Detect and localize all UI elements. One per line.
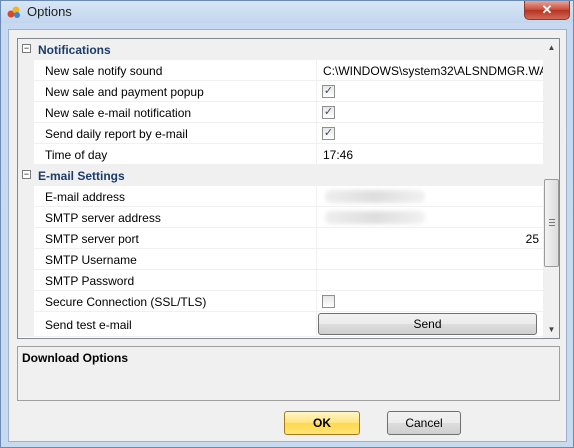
app-icon — [7, 6, 20, 18]
send-test-email-button[interactable]: Send — [318, 313, 537, 335]
property-name: SMTP Username — [34, 249, 316, 270]
row-gutter — [18, 102, 34, 123]
property-row-smtp-password[interactable]: SMTP Password — [18, 270, 543, 291]
property-value — [316, 291, 543, 312]
time-of-day-value[interactable]: 17:46 — [316, 144, 543, 165]
property-row-smtp-server[interactable]: SMTP server address — [18, 207, 543, 228]
close-icon: ✕ — [541, 2, 553, 17]
property-name: New sale e-mail notification — [34, 102, 316, 123]
collapse-icon[interactable]: − — [22, 170, 31, 179]
row-gutter — [18, 249, 34, 270]
category-label: E-mail Settings — [38, 169, 125, 183]
scroll-up-icon[interactable]: ▲ — [543, 39, 559, 56]
scrollbar-thumb[interactable] — [544, 179, 559, 267]
row-gutter — [18, 60, 34, 81]
property-row-sale-popup[interactable]: New sale and payment popup ✓ — [18, 81, 543, 102]
property-value: ✓ — [316, 102, 543, 123]
property-rows: − Notifications New sale notify sound C:… — [18, 39, 543, 337]
property-name: SMTP server address — [34, 207, 316, 228]
property-name: Time of day — [34, 144, 316, 165]
property-name: SMTP Password — [34, 270, 316, 291]
property-name: SMTP server port — [34, 228, 316, 249]
category-notifications[interactable]: − Notifications — [18, 39, 543, 60]
row-gutter — [18, 291, 34, 312]
row-gutter — [18, 81, 34, 102]
property-grid: − Notifications New sale notify sound C:… — [17, 38, 560, 339]
email-address-value[interactable] — [316, 186, 543, 207]
property-row-time-of-day[interactable]: Time of day 17:46 — [18, 144, 543, 165]
property-row-smtp-port[interactable]: SMTP server port 25 — [18, 228, 543, 249]
notify-sound-value[interactable]: C:\WINDOWS\system32\ALSNDMGR.WAV — [316, 60, 543, 81]
dialog-body: − Notifications New sale notify sound C:… — [8, 29, 567, 442]
property-value: ✓ — [316, 81, 543, 102]
row-gutter — [18, 228, 34, 249]
property-row-notify-sound[interactable]: New sale notify sound C:\WINDOWS\system3… — [18, 60, 543, 81]
grip-line — [549, 222, 555, 223]
property-value: ✓ — [316, 123, 543, 144]
redacted-value — [325, 211, 425, 224]
options-window: Options ✕ − Notifications New sale notif… — [0, 0, 574, 448]
property-row-email-notification[interactable]: New sale e-mail notification ✓ — [18, 102, 543, 123]
property-name: Send test e-mail — [34, 312, 316, 337]
secure-connection-checkbox[interactable] — [322, 295, 335, 308]
close-button[interactable]: ✕ — [524, 1, 570, 20]
scroll-down-icon[interactable]: ▼ — [543, 321, 559, 338]
property-name: Secure Connection (SSL/TLS) — [34, 291, 316, 312]
email-notification-checkbox[interactable]: ✓ — [322, 106, 335, 119]
ok-button[interactable]: OK — [284, 411, 360, 435]
property-row-email-address[interactable]: E-mail address — [18, 186, 543, 207]
property-row-daily-report[interactable]: Send daily report by e-mail ✓ — [18, 123, 543, 144]
smtp-username-value[interactable] — [316, 249, 543, 270]
title-bar[interactable]: Options ✕ — [1, 1, 573, 23]
property-row-secure-connection[interactable]: Secure Connection (SSL/TLS) — [18, 291, 543, 312]
smtp-port-value[interactable]: 25 — [316, 228, 543, 249]
grip-line — [549, 225, 555, 226]
collapse-icon[interactable]: − — [22, 44, 31, 53]
smtp-password-value[interactable] — [316, 270, 543, 291]
cancel-button[interactable]: Cancel — [387, 411, 461, 435]
window-title: Options — [27, 4, 72, 19]
property-row-smtp-username[interactable]: SMTP Username — [18, 249, 543, 270]
smtp-server-value[interactable] — [316, 207, 543, 228]
property-name: New sale and payment popup — [34, 81, 316, 102]
redacted-value — [325, 190, 425, 203]
vertical-scrollbar[interactable]: ▲ ▼ — [543, 39, 559, 338]
property-name: E-mail address — [34, 186, 316, 207]
category-label: Notifications — [38, 43, 111, 57]
row-gutter — [18, 312, 34, 337]
daily-report-checkbox[interactable]: ✓ — [322, 127, 335, 140]
row-gutter — [18, 207, 34, 228]
sale-popup-checkbox[interactable]: ✓ — [322, 85, 335, 98]
property-name: New sale notify sound — [34, 60, 316, 81]
property-row-send-test[interactable]: Send test e-mail Send — [18, 312, 543, 337]
row-gutter — [18, 186, 34, 207]
row-gutter — [18, 270, 34, 291]
category-email-settings[interactable]: − E-mail Settings — [18, 165, 543, 186]
property-value: Send — [316, 312, 543, 337]
description-title: Download Options — [22, 351, 128, 365]
row-gutter — [18, 144, 34, 165]
grip-line — [549, 219, 555, 220]
description-panel: Download Options — [17, 346, 560, 401]
row-gutter — [18, 123, 34, 144]
property-name: Send daily report by e-mail — [34, 123, 316, 144]
